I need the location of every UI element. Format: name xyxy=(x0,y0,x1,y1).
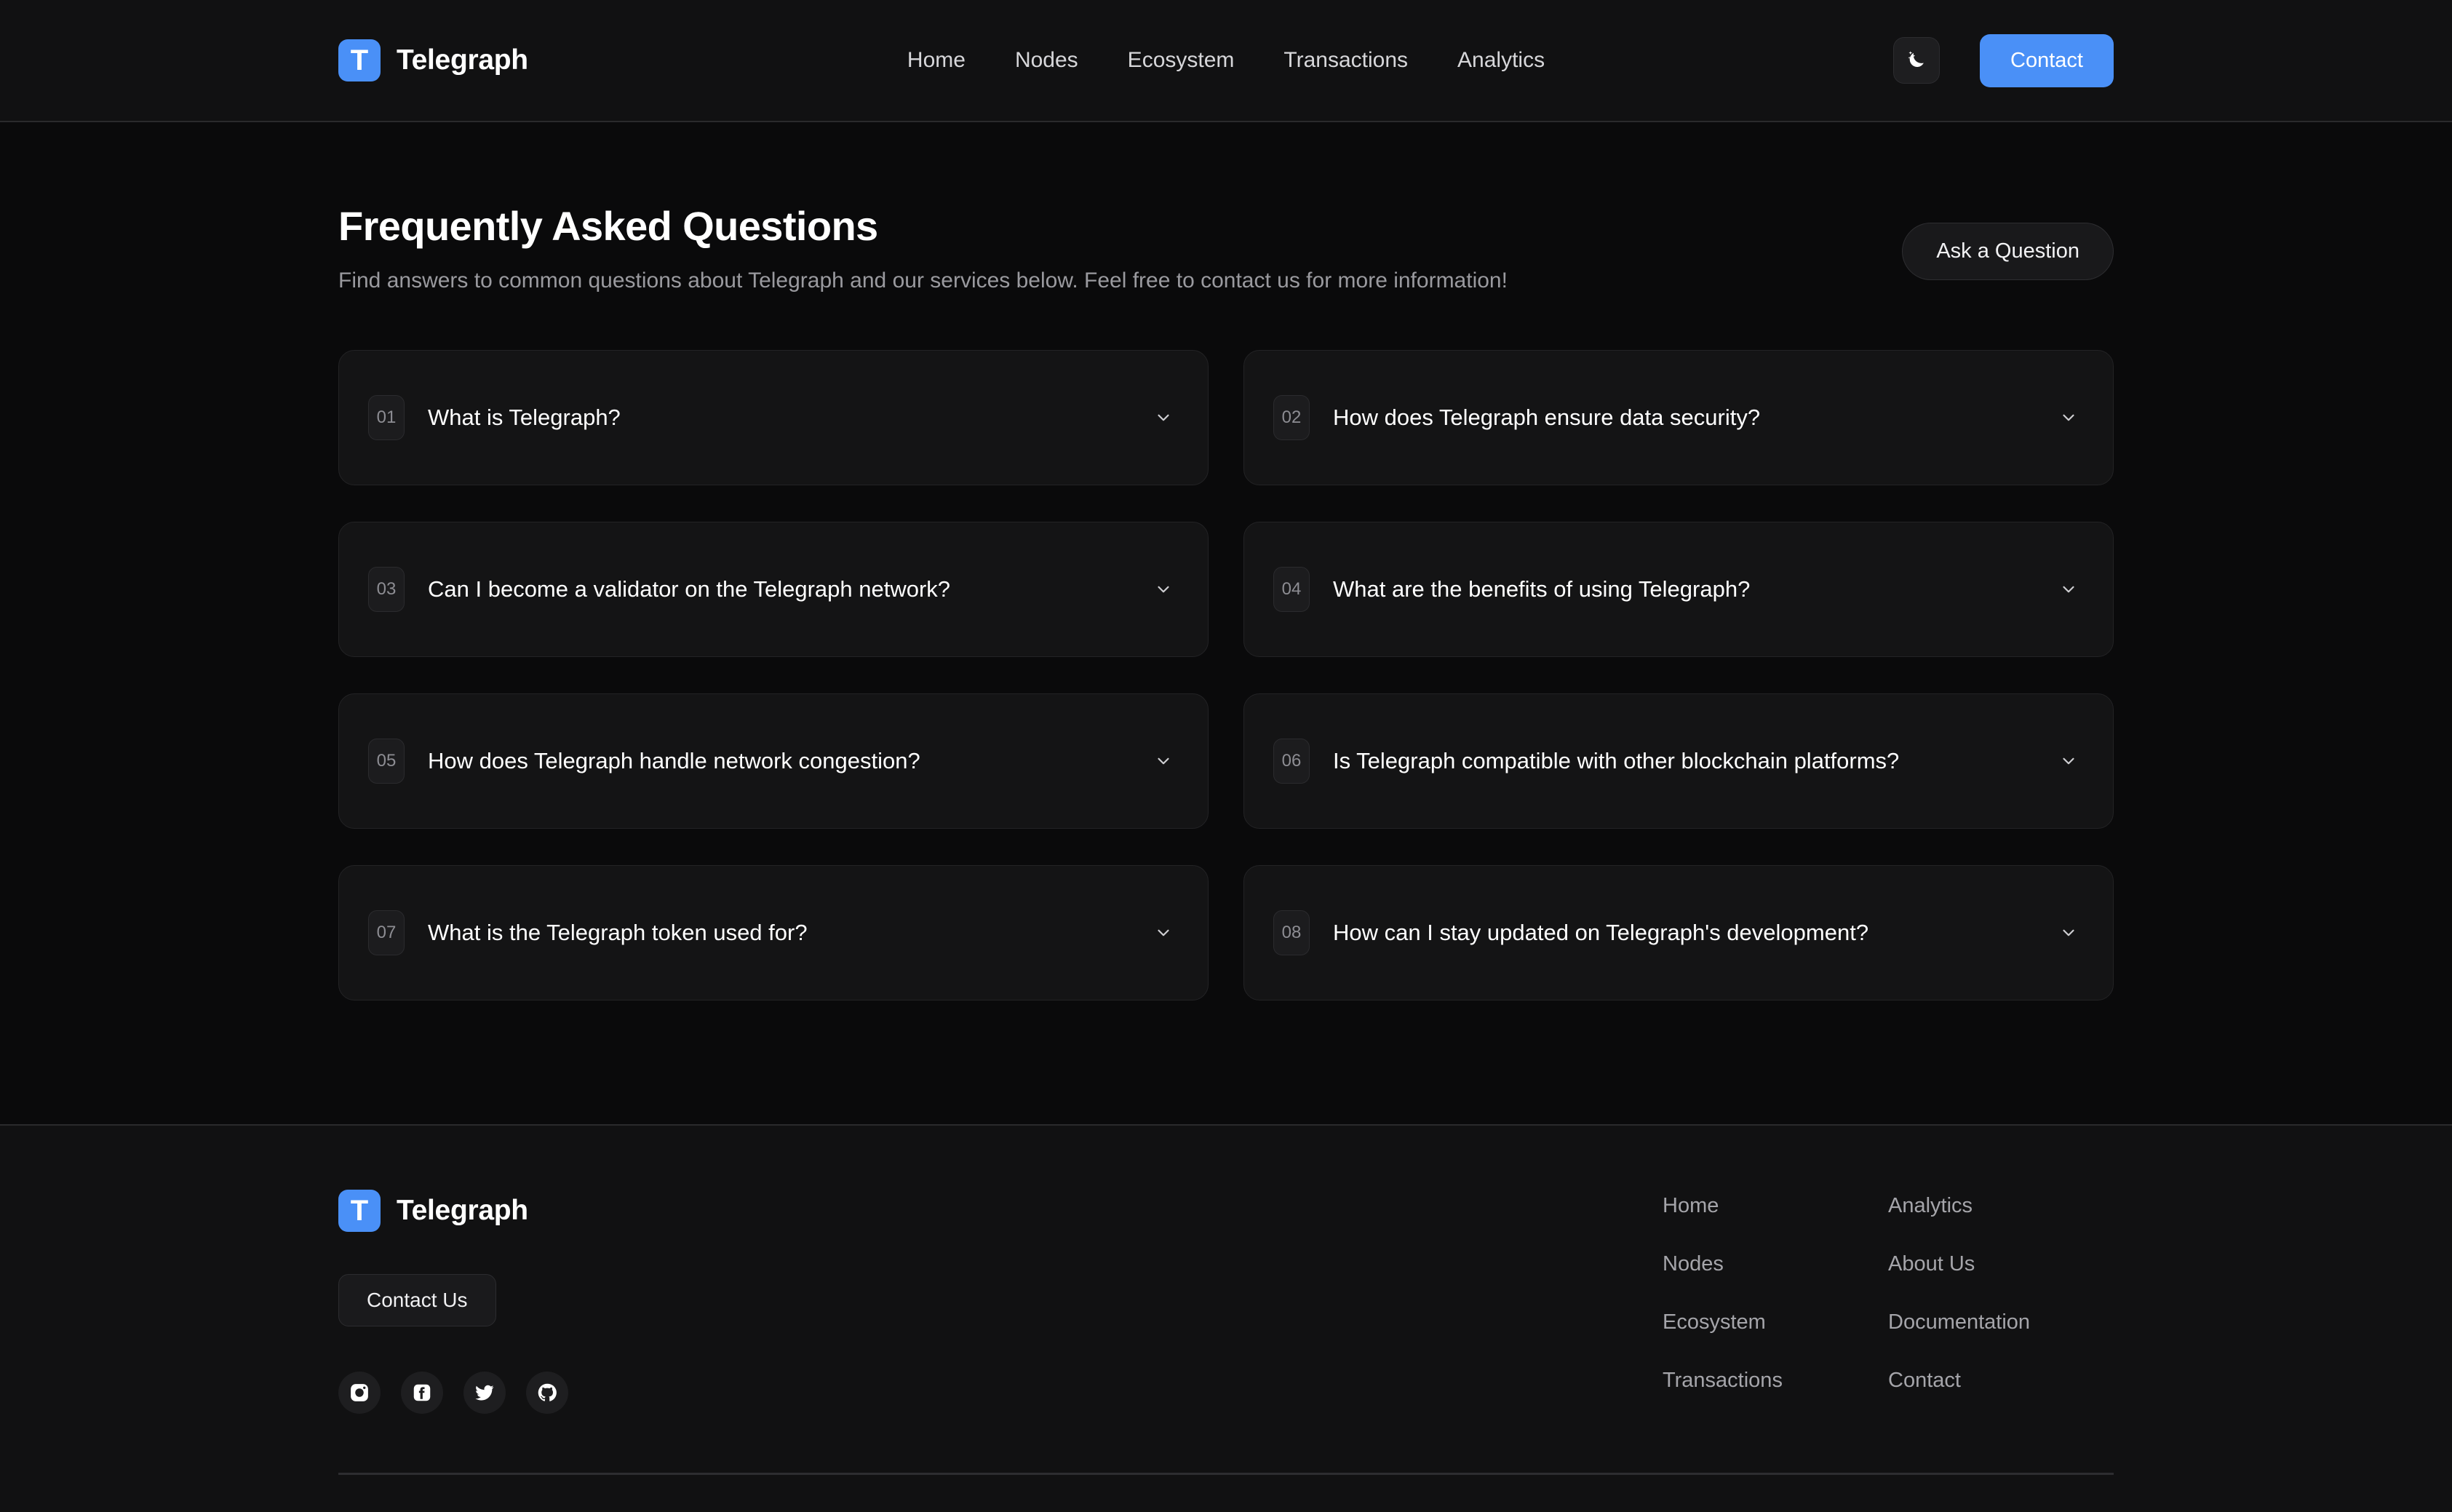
faq-item-05[interactable]: 05 How does Telegraph handle network con… xyxy=(338,693,1209,829)
page-subtitle: Find answers to common questions about T… xyxy=(338,268,1508,293)
social-link-twitter[interactable] xyxy=(463,1372,506,1414)
faq-question: What are the benefits of using Telegraph… xyxy=(1333,576,1751,602)
footer-brand-block: T Telegraph Contact Us xyxy=(338,1190,568,1414)
faq-number-badge: 04 xyxy=(1273,567,1310,612)
footer-divider xyxy=(338,1473,2114,1475)
footer-link-analytics[interactable]: Analytics xyxy=(1888,1194,2114,1218)
footer-link-about-us[interactable]: About Us xyxy=(1888,1252,2114,1276)
faq-number-badge: 06 xyxy=(1273,739,1310,784)
faq-number-badge: 03 xyxy=(368,567,405,612)
chevron-down-icon[interactable] xyxy=(2059,408,2078,427)
chevron-down-icon[interactable] xyxy=(1154,923,1173,942)
faq-question: What is the Telegraph token used for? xyxy=(428,920,808,945)
logo-tile-icon: T xyxy=(338,39,381,81)
ask-a-question-button[interactable]: Ask a Question xyxy=(1902,223,2114,280)
social-link-github[interactable] xyxy=(526,1372,568,1414)
footer-content: T Telegraph Contact Us Home Nodes Ecosys… xyxy=(338,1126,2114,1414)
social-links xyxy=(338,1372,568,1414)
footer-link-ecosystem[interactable]: Ecosystem xyxy=(1663,1310,1888,1334)
faq-item-02[interactable]: 02 How does Telegraph ensure data securi… xyxy=(1243,350,2114,485)
chevron-down-icon[interactable] xyxy=(1154,752,1173,771)
header-actions: Contact xyxy=(1893,33,2114,87)
nav-item-nodes[interactable]: Nodes xyxy=(1015,48,1078,73)
faq-item-08[interactable]: 08 How can I stay updated on Telegraph's… xyxy=(1243,865,2114,1000)
faq-heading-group: Frequently Asked Questions Find answers … xyxy=(338,202,1508,293)
faq-number-badge: 01 xyxy=(368,395,405,440)
nav-item-transactions[interactable]: Transactions xyxy=(1283,48,1408,73)
github-icon xyxy=(538,1383,557,1401)
footer-link-nodes[interactable]: Nodes xyxy=(1663,1252,1888,1276)
footer-link-home[interactable]: Home xyxy=(1663,1194,1888,1218)
facebook-icon xyxy=(413,1384,431,1401)
social-link-instagram[interactable] xyxy=(338,1372,381,1414)
faq-number-badge: 07 xyxy=(368,910,405,955)
faq-item-01[interactable]: 01 What is Telegraph? xyxy=(338,350,1209,485)
theme-toggle-button[interactable] xyxy=(1893,37,1940,84)
faq-question: Can I become a validator on the Telegrap… xyxy=(428,576,951,602)
chevron-down-icon[interactable] xyxy=(1154,580,1173,599)
footer-link-documentation[interactable]: Documentation xyxy=(1888,1310,2114,1334)
faq-item-07[interactable]: 07 What is the Telegraph token used for? xyxy=(338,865,1209,1000)
logo-tile-icon: T xyxy=(338,1190,381,1232)
nav-item-home[interactable]: Home xyxy=(907,48,966,73)
instagram-icon xyxy=(351,1384,368,1401)
footer-column-2: Analytics About Us Documentation Contact xyxy=(1888,1194,2114,1414)
brand-logo[interactable]: T Telegraph xyxy=(338,39,528,81)
faq-question: How does Telegraph handle network conges… xyxy=(428,748,920,773)
chevron-down-icon[interactable] xyxy=(1154,408,1173,427)
faq-question: What is Telegraph? xyxy=(428,405,621,430)
chevron-down-icon[interactable] xyxy=(2059,580,2078,599)
faq-question: How can I stay updated on Telegraph's de… xyxy=(1333,920,1869,945)
footer-links: Home Nodes Ecosystem Transactions Analyt… xyxy=(1663,1190,2114,1414)
social-link-facebook[interactable] xyxy=(401,1372,443,1414)
footer-link-contact[interactable]: Contact xyxy=(1888,1369,2114,1393)
faq-question: Is Telegraph compatible with other block… xyxy=(1333,748,1900,773)
site-footer: T Telegraph Contact Us Home Nodes Ecosys… xyxy=(0,1124,2452,1512)
footer-brand-name: Telegraph xyxy=(397,1195,528,1226)
nav-item-analytics[interactable]: Analytics xyxy=(1457,48,1545,73)
nav-item-ecosystem[interactable]: Ecosystem xyxy=(1128,48,1235,73)
faq-item-06[interactable]: 06 Is Telegraph compatible with other bl… xyxy=(1243,693,2114,829)
footer-link-transactions[interactable]: Transactions xyxy=(1663,1369,1888,1393)
twitter-icon xyxy=(475,1385,494,1401)
footer-brand-logo[interactable]: T Telegraph xyxy=(338,1190,568,1232)
main-nav: Home Nodes Ecosystem Transactions Analyt… xyxy=(907,48,1545,73)
contact-button[interactable]: Contact xyxy=(1980,33,2114,87)
faq-number-badge: 05 xyxy=(368,739,405,784)
contact-us-button[interactable]: Contact Us xyxy=(338,1274,496,1326)
logo-letter: T xyxy=(350,1195,369,1227)
site-header: T Telegraph Home Nodes Ecosystem Transac… xyxy=(0,0,2452,122)
brand-name: Telegraph xyxy=(397,44,528,76)
faq-header: Frequently Asked Questions Find answers … xyxy=(338,122,2114,293)
footer-column-1: Home Nodes Ecosystem Transactions xyxy=(1663,1194,1888,1414)
chevron-down-icon[interactable] xyxy=(2059,752,2078,771)
faq-item-03[interactable]: 03 Can I become a validator on the Teleg… xyxy=(338,522,1209,657)
faq-number-badge: 08 xyxy=(1273,910,1310,955)
page-title: Frequently Asked Questions xyxy=(338,203,878,249)
faq-grid: 01 What is Telegraph? 02 How does Telegr… xyxy=(338,350,2114,1000)
chevron-down-icon[interactable] xyxy=(2059,923,2078,942)
faq-number-badge: 02 xyxy=(1273,395,1310,440)
faq-item-04[interactable]: 04 What are the benefits of using Telegr… xyxy=(1243,522,2114,657)
faq-section: Frequently Asked Questions Find answers … xyxy=(0,122,2452,1000)
moon-stars-icon xyxy=(1908,51,1924,67)
faq-question: How does Telegraph ensure data security? xyxy=(1333,405,1761,430)
logo-letter: T xyxy=(350,44,369,76)
